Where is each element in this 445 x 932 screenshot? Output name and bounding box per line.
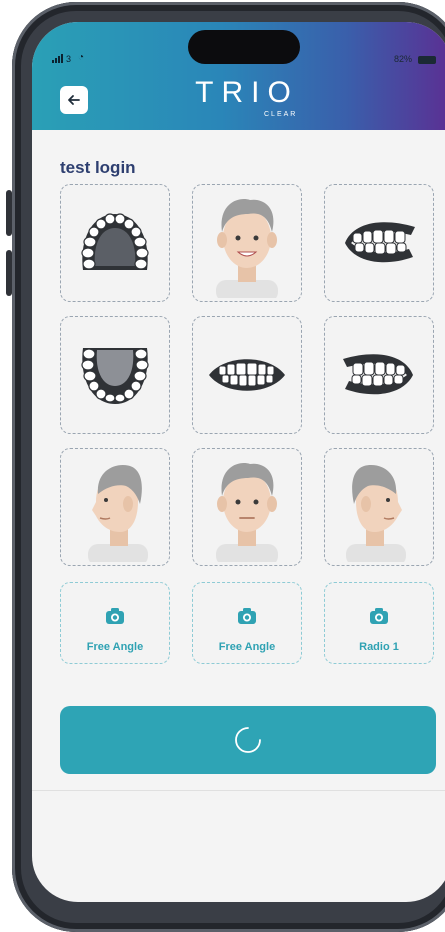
logo-subtext: CLEAR bbox=[264, 111, 298, 118]
photo-slot-face-front[interactable] bbox=[192, 184, 302, 302]
trio-clear-logo: TRIO CLEAR bbox=[32, 76, 445, 119]
upload-slot-label: Free Angle bbox=[218, 641, 276, 653]
app-screen: 3 ◔ 11:23 AM 82% TRIO CLEAR test login bbox=[32, 22, 445, 902]
upload-slot-free-angle-1[interactable]: Free Angle bbox=[60, 582, 170, 664]
camera-icon bbox=[238, 608, 256, 624]
upper-arch-icon bbox=[81, 213, 149, 270]
logo-text: TRIO bbox=[195, 76, 299, 109]
volume-up-button bbox=[6, 190, 12, 236]
dynamic-island bbox=[188, 30, 300, 64]
photo-slot-teeth-right[interactable] bbox=[324, 184, 434, 302]
photo-slot-upper-arch[interactable] bbox=[60, 184, 170, 302]
volume-down-button bbox=[6, 250, 12, 296]
photo-slot-face-front-neutral[interactable] bbox=[192, 448, 302, 566]
face-right-profile-icon bbox=[346, 465, 406, 562]
upload-slot-radio-1[interactable]: Radio 1 bbox=[324, 582, 434, 664]
camera-icon bbox=[106, 608, 124, 624]
battery-percent: 82% bbox=[393, 54, 412, 64]
photo-slot-lower-arch[interactable] bbox=[60, 316, 170, 434]
battery-icon bbox=[418, 56, 436, 64]
teeth-front-icon bbox=[209, 359, 285, 391]
camera-icon bbox=[370, 608, 388, 624]
photo-slot-teeth-left[interactable] bbox=[324, 316, 434, 434]
lower-arch-icon bbox=[81, 348, 149, 404]
teeth-left-side-icon bbox=[343, 354, 413, 395]
face-front-icon bbox=[216, 199, 278, 298]
face-front-neutral-icon bbox=[216, 463, 278, 562]
app-header: 3 ◔ 11:23 AM 82% TRIO CLEAR bbox=[32, 22, 445, 130]
upload-slot-label: Radio 1 bbox=[359, 641, 399, 653]
upload-slot-label: Free Angle bbox=[86, 641, 144, 653]
photo-slot-face-left-profile[interactable] bbox=[60, 448, 170, 566]
patient-name: test login bbox=[60, 158, 136, 177]
teeth-right-side-icon bbox=[345, 222, 415, 263]
bottom-divider bbox=[32, 790, 445, 791]
loading-spinner-icon bbox=[235, 727, 261, 753]
upload-slot-free-angle-2[interactable]: Free Angle bbox=[192, 582, 302, 664]
face-left-profile-icon bbox=[88, 465, 148, 562]
submit-button[interactable] bbox=[60, 706, 436, 774]
photo-slot-teeth-front[interactable] bbox=[192, 316, 302, 434]
photo-slot-face-right-profile[interactable] bbox=[324, 448, 434, 566]
